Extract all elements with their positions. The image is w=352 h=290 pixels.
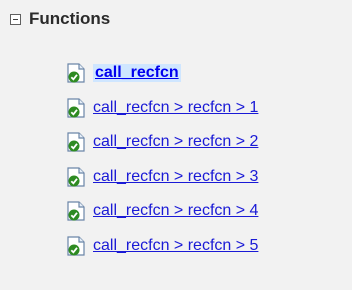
file-check-icon <box>67 98 85 118</box>
functions-header-title: Functions <box>29 9 111 28</box>
functions-list: call_recfcn call_recfcn > recfcn > 1 cal… <box>65 56 345 263</box>
function-link-recfcn-2[interactable]: call_recfcn > recfcn > 2 <box>93 133 258 151</box>
function-link-recfcn-5[interactable]: call_recfcn > recfcn > 5 <box>93 237 258 255</box>
functions-tree-header[interactable]: Functions <box>10 8 110 30</box>
file-check-icon <box>67 201 85 221</box>
file-check-icon <box>67 132 85 152</box>
function-item[interactable]: call_recfcn > recfcn > 2 <box>65 125 345 160</box>
function-link-recfcn-4[interactable]: call_recfcn > recfcn > 4 <box>93 202 258 220</box>
file-check-icon <box>67 236 85 256</box>
function-item[interactable]: call_recfcn <box>65 56 345 91</box>
file-check-icon <box>67 63 85 83</box>
function-link-recfcn-3[interactable]: call_recfcn > recfcn > 3 <box>93 168 258 186</box>
file-check-icon <box>67 167 85 187</box>
collapse-minus-icon[interactable] <box>10 13 21 25</box>
function-link-recfcn-1[interactable]: call_recfcn > recfcn > 1 <box>93 99 258 117</box>
functions-panel: Functions call_recfcn call_recfcn > recf… <box>0 0 352 290</box>
function-item[interactable]: call_recfcn > recfcn > 5 <box>65 229 345 264</box>
function-item[interactable]: call_recfcn > recfcn > 4 <box>65 194 345 229</box>
function-item[interactable]: call_recfcn > recfcn > 1 <box>65 91 345 126</box>
function-item[interactable]: call_recfcn > recfcn > 3 <box>65 160 345 195</box>
function-link-call-recfcn[interactable]: call_recfcn <box>93 64 181 83</box>
